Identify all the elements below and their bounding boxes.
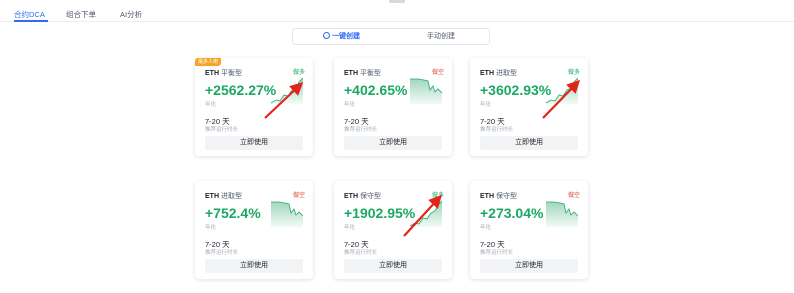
strategy-type: 平衡型 <box>221 70 242 77</box>
card-title: ETH 平衡型 <box>205 68 242 78</box>
annualized-rate: +402.65% <box>344 82 408 98</box>
run-duration-label: 推荐运行时长 <box>205 250 239 256</box>
create-mode-switch: 一键创建 手动创建 <box>292 28 490 45</box>
rate-label: 年化 <box>480 102 492 108</box>
manual-create-button[interactable]: 手动创建 <box>427 29 455 44</box>
card-title: ETH 进取型 <box>480 68 517 78</box>
rate-label: 年化 <box>205 225 217 231</box>
sparkline-area <box>271 202 303 227</box>
main-tab-bar: 合约DCA 组合下单 AI分析 <box>0 0 794 22</box>
card-title: ETH 进取型 <box>205 191 242 201</box>
direction-label: 做空 <box>567 193 580 199</box>
auto-create-label: 一键创建 <box>332 33 360 40</box>
tab-combo-order[interactable]: 组合下单 <box>66 9 96 20</box>
direction-label: 做多 <box>431 193 444 199</box>
strategy-type: 保守型 <box>496 193 517 200</box>
strategy-type: 平衡型 <box>360 70 381 77</box>
run-duration-label: 推荐运行时长 <box>480 127 514 133</box>
use-now-button[interactable]: 立即使用 <box>344 259 442 273</box>
asset-symbol: ETH <box>480 193 494 200</box>
sparkline-chart <box>271 201 303 227</box>
sparkle-icon <box>323 32 330 39</box>
use-now-button[interactable]: 立即使用 <box>205 259 303 273</box>
rate-label: 年化 <box>480 225 492 231</box>
sparkline-chart <box>410 200 442 227</box>
rate-label: 年化 <box>205 102 217 108</box>
rate-label: 年化 <box>344 102 356 108</box>
strategy-card[interactable]: 最多人用 ETH 平衡型 做多 +2562.27% 年化 7-20 天推荐运行时长 立即使用 <box>195 58 313 156</box>
asset-symbol: ETH <box>480 70 494 77</box>
annualized-rate: +1902.95% <box>344 205 416 221</box>
direction-label: 做多 <box>292 70 305 76</box>
use-now-button[interactable]: 立即使用 <box>205 136 303 150</box>
card-title: ETH 平衡型 <box>344 68 381 78</box>
annualized-rate: +752.4% <box>205 205 261 221</box>
sparkline-chart <box>410 78 442 104</box>
sparkline-chart <box>271 77 303 104</box>
strategy-type: 进取型 <box>221 193 242 200</box>
run-duration-label: 推荐运行时长 <box>205 127 239 133</box>
annualized-rate: +2562.27% <box>205 82 277 98</box>
run-duration-label: 推荐运行时长 <box>344 250 378 256</box>
sparkline-area <box>410 79 442 104</box>
sparkline-chart <box>546 201 578 227</box>
popular-badge: 最多人用 <box>195 58 222 66</box>
run-duration-label: 推荐运行时长 <box>480 250 514 256</box>
strategy-card[interactable]: ETH 平衡型 做空 +402.65% 年化 7-20 天推荐运行时长 立即使用 <box>334 58 452 156</box>
card-title: ETH 保守型 <box>480 191 517 201</box>
annualized-rate: +273.04% <box>480 205 544 221</box>
sparkline-chart <box>546 77 578 104</box>
strategy-card[interactable]: ETH 保守型 做空 +273.04% 年化 7-20 天推荐运行时长 立即使用 <box>470 181 588 279</box>
asset-symbol: ETH <box>344 193 358 200</box>
asset-symbol: ETH <box>205 70 219 77</box>
tab-ai-analysis[interactable]: AI分析 <box>120 9 142 20</box>
tab-contract-dca[interactable]: 合约DCA <box>14 9 45 20</box>
direction-label: 做空 <box>292 193 305 199</box>
strategy-card[interactable]: ETH 进取型 做多 +3602.93% 年化 7-20 天推荐运行时长 立即使用 <box>470 58 588 156</box>
auto-create-button[interactable]: 一键创建 <box>323 29 360 44</box>
strategy-card[interactable]: ETH 进取型 做空 +752.4% 年化 7-20 天推荐运行时长 立即使用 <box>195 181 313 279</box>
asset-symbol: ETH <box>205 193 219 200</box>
asset-symbol: ETH <box>344 70 358 77</box>
use-now-button[interactable]: 立即使用 <box>344 136 442 150</box>
strategy-card[interactable]: ETH 保守型 做多 +1902.95% 年化 7-20 天推荐运行时长 立即使用 <box>334 181 452 279</box>
strategy-type: 保守型 <box>360 193 381 200</box>
card-title: ETH 保守型 <box>344 191 381 201</box>
sparkline-area <box>546 202 578 227</box>
active-tab-indicator <box>14 20 48 22</box>
strategy-type: 进取型 <box>496 70 517 77</box>
run-duration-label: 推荐运行时长 <box>344 127 378 133</box>
direction-label: 做空 <box>431 70 444 76</box>
rate-label: 年化 <box>344 225 356 231</box>
use-now-button[interactable]: 立即使用 <box>480 136 578 150</box>
annualized-rate: +3602.93% <box>480 82 552 98</box>
direction-label: 做多 <box>567 70 580 76</box>
use-now-button[interactable]: 立即使用 <box>480 259 578 273</box>
